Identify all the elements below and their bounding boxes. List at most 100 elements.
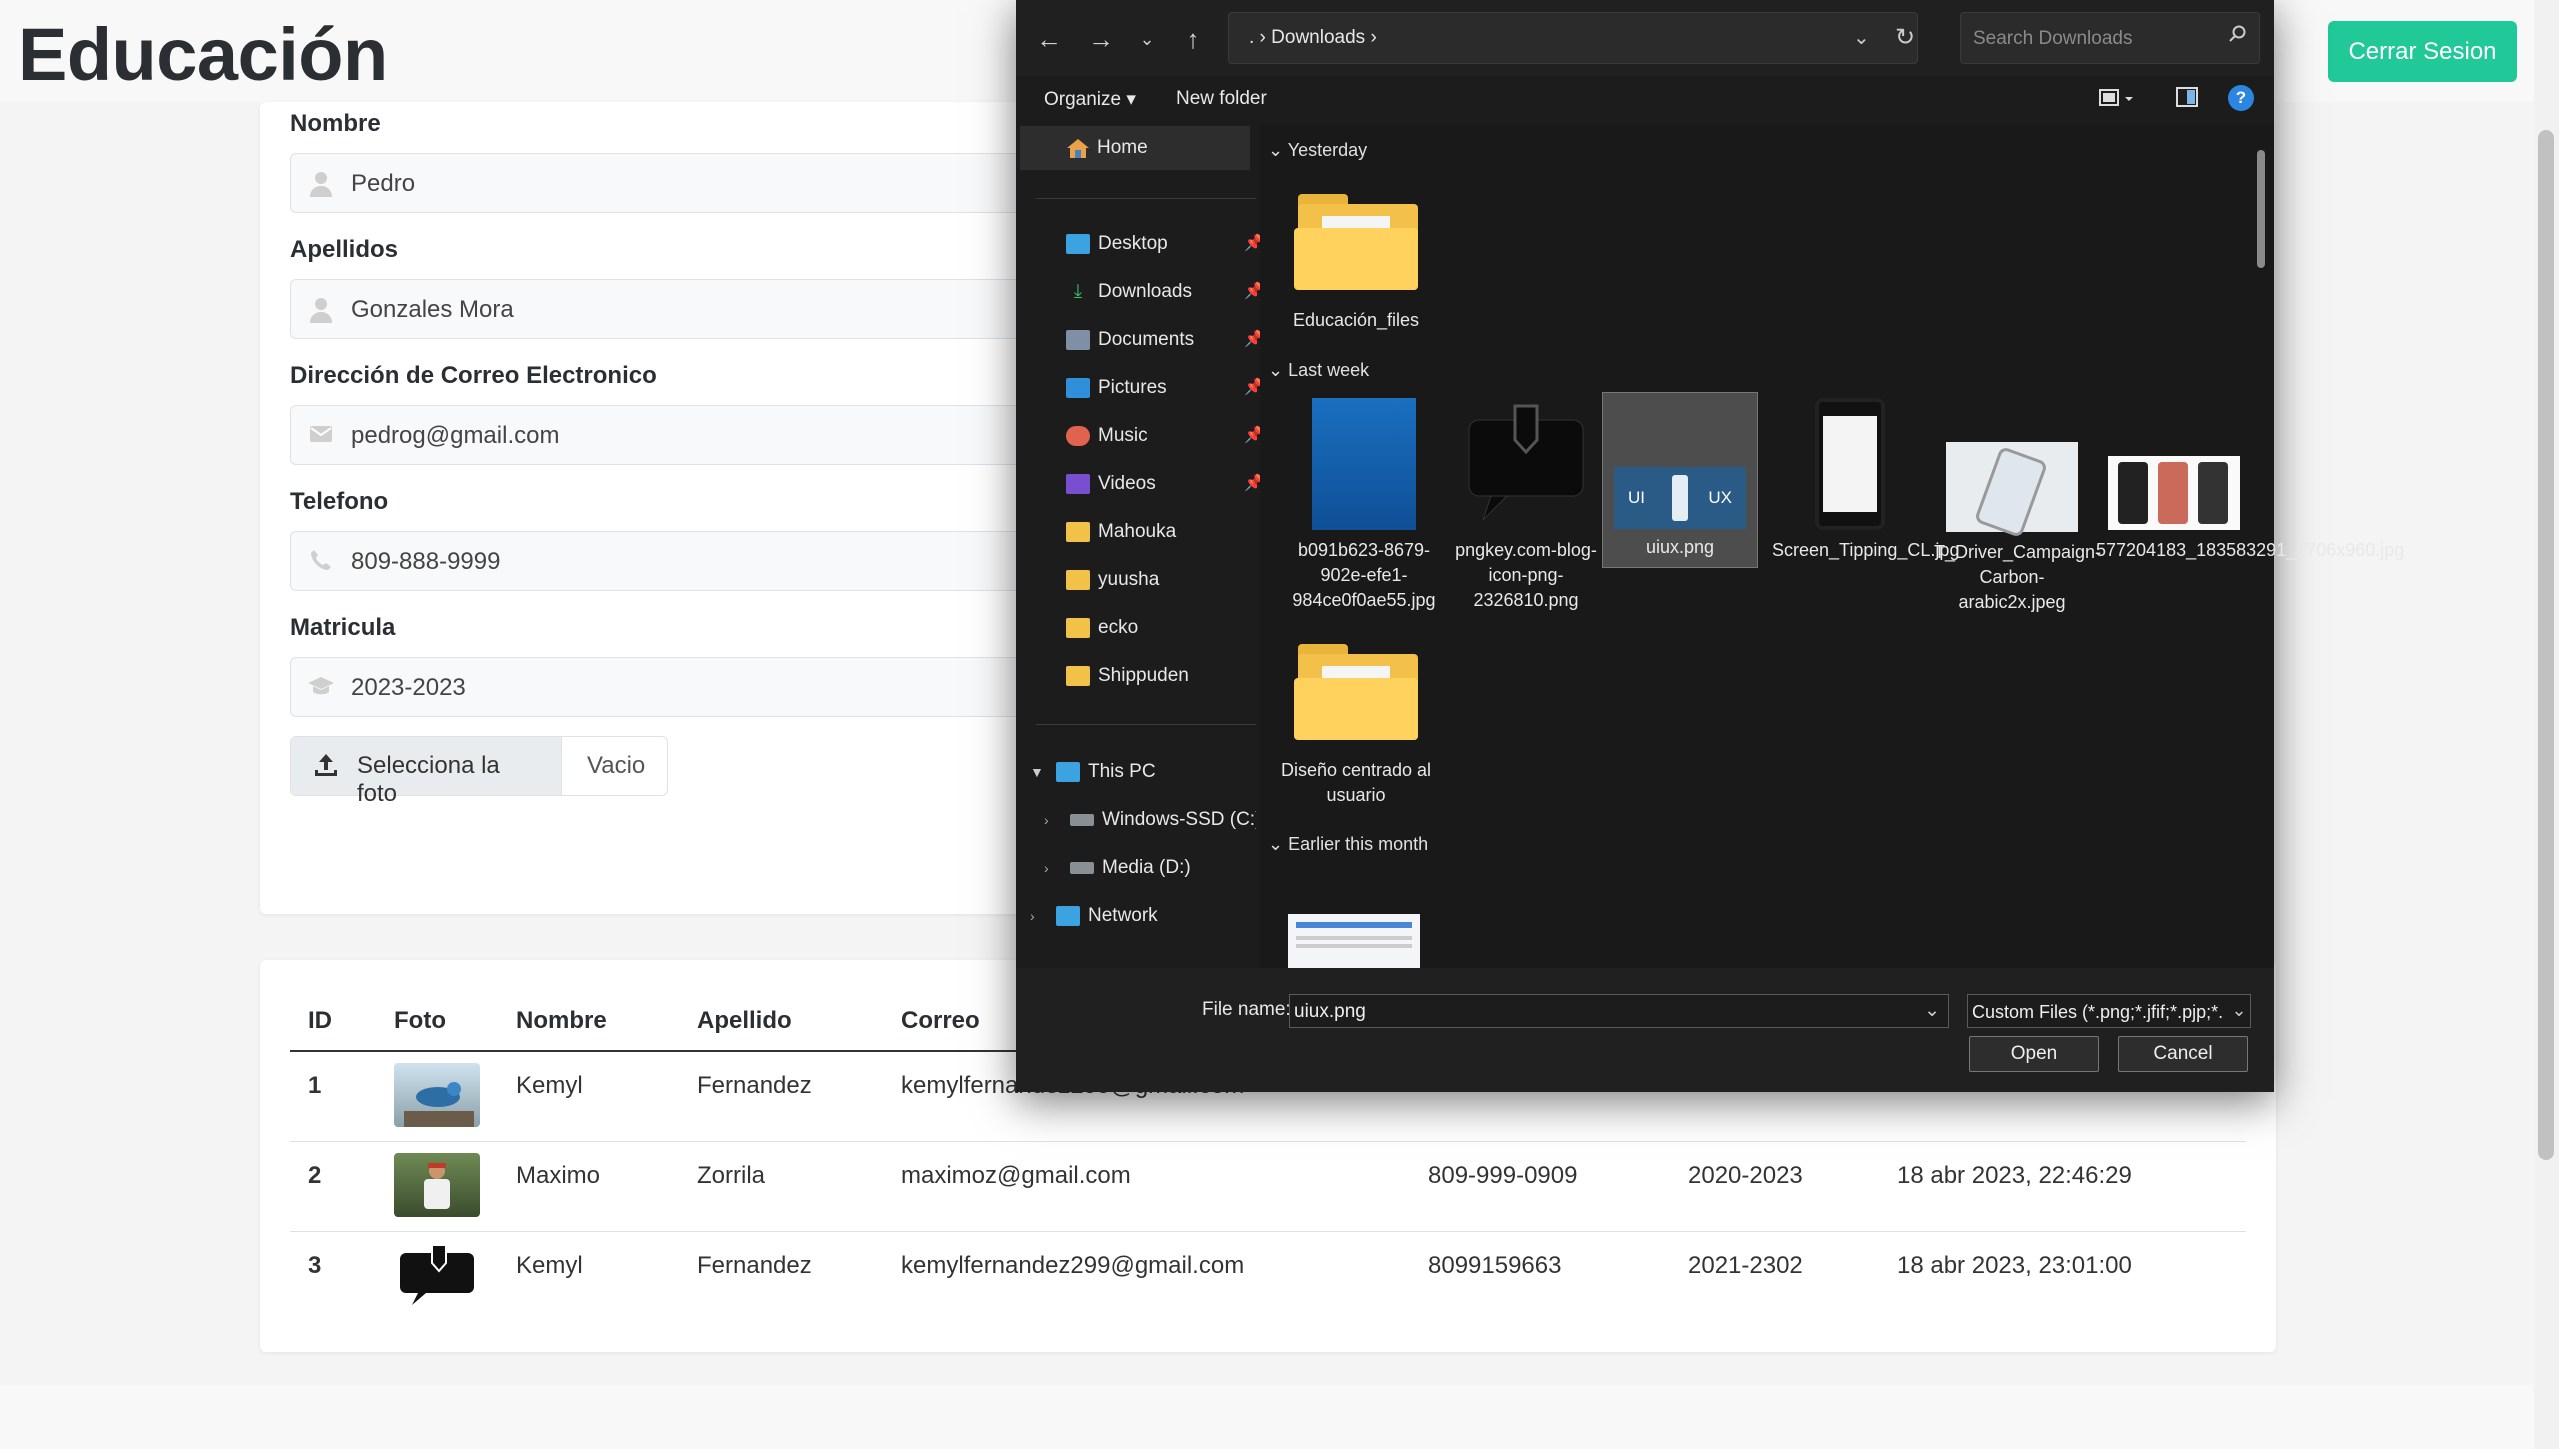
search-downloads-input[interactable]: Search Downloads xyxy=(1960,12,2260,64)
computer-icon xyxy=(1056,761,1080,782)
nav-item-desktop[interactable]: Desktop 📌 xyxy=(1066,222,1264,266)
nav-label: Desktop xyxy=(1098,233,1168,254)
preview-pane-icon[interactable] xyxy=(2174,84,2202,114)
nav-item-ecko[interactable]: ecko xyxy=(1066,606,1256,650)
file-tile-b091[interactable]: b091b623-8679-902e-efe1-984ce0f0ae55.jpg xyxy=(1286,398,1442,613)
nav-item-yuusha[interactable]: yuusha xyxy=(1066,558,1256,602)
row-3-apellido: Fernandez xyxy=(697,1252,812,1279)
address-dropdown-icon[interactable]: ⌄ xyxy=(1853,25,1870,50)
upload-icon xyxy=(313,752,339,785)
desktop-icon xyxy=(1066,233,1090,254)
email-label: Dirección de Correo Electronico xyxy=(290,362,657,389)
telefono-value: 809-888-9999 xyxy=(351,548,501,575)
file-tile-diseno-centrado[interactable]: Diseño centrado al usuario xyxy=(1278,640,1434,808)
chevron-down-icon[interactable]: ⌄ xyxy=(2228,995,2250,1027)
student-photo xyxy=(394,1153,480,1217)
file-tile-577204183[interactable]: 577204183_183583291_1706x960.jpg xyxy=(2096,398,2404,563)
nav-item-windows-ssd[interactable]: › Windows-SSD (C:) xyxy=(1044,798,1256,842)
cancel-button[interactable]: Cancel xyxy=(2118,1036,2248,1072)
nav-item-media-d[interactable]: › Media (D:) xyxy=(1044,846,1256,890)
organize-button[interactable]: Organize ▾ xyxy=(1044,88,1136,111)
file-list-scrollbar-thumb[interactable] xyxy=(2257,150,2265,268)
nav-label: Music xyxy=(1098,425,1148,446)
logout-button[interactable]: Cerrar Sesion xyxy=(2328,21,2517,82)
recent-locations-chevron-icon[interactable]: ⌄ xyxy=(1130,22,1164,56)
chevron-down-icon: ⌄ xyxy=(1268,140,1288,160)
row-3-fecha: 18 abr 2023, 23:01:00 xyxy=(1897,1252,2132,1279)
download-icon: ⤓ xyxy=(1073,280,1083,302)
row-2-nombre: Maximo xyxy=(516,1162,601,1189)
open-button[interactable]: Open xyxy=(1969,1036,2099,1072)
document-image-thumbnail xyxy=(1312,398,1416,530)
nav-item-pictures[interactable]: Pictures 📌 xyxy=(1066,366,1264,410)
nav-item-home[interactable]: Home xyxy=(1020,126,1250,170)
file-name-label: T_Driver_Campaign-Carbon-arabic2x.jpeg xyxy=(1934,542,2102,612)
nav-item-downloads[interactable]: ⤓ Downloads 📌 xyxy=(1066,270,1264,314)
up-arrow-icon[interactable]: ↑ xyxy=(1176,22,1210,56)
photo-status: Vacio xyxy=(587,752,646,779)
file-tile-educacion-files[interactable]: Educación_files xyxy=(1278,190,1434,333)
phone-image-thumbnail xyxy=(1946,442,2078,539)
nav-label: Videos xyxy=(1098,473,1156,494)
address-path: . › Downloads › xyxy=(1249,27,1377,48)
blog-icon-thumbnail xyxy=(1461,398,1591,530)
nav-item-videos[interactable]: Videos 📌 xyxy=(1066,462,1264,506)
file-open-dialog[interactable]: ← → ⌄ ↑ . › Downloads › ⌄ ↻ Search Downl… xyxy=(1016,0,2404,1092)
file-tile-t-driver[interactable]: T_Driver_Campaign-Carbon-arabic2x.jpeg xyxy=(1934,398,2102,615)
file-name-input[interactable]: uiux.png ⌄ xyxy=(1289,994,1949,1028)
column-header-foto: Foto xyxy=(394,1007,446,1034)
file-tile-pngkey[interactable]: pngkey.com-blog-icon-png-2326810.png xyxy=(1448,398,1604,613)
apellidos-value: Gonzales Mora xyxy=(351,296,514,323)
drive-icon xyxy=(1070,813,1094,826)
help-icon[interactable]: ? xyxy=(2228,85,2254,111)
group-label: Yesterday xyxy=(1287,140,1368,160)
nav-item-this-pc[interactable]: ▼ This PC xyxy=(1030,750,1256,794)
chevron-right-icon: › xyxy=(1030,908,1035,924)
file-tile-screen-tipping[interactable]: Screen_Tipping_CL.jpg xyxy=(1772,398,1959,563)
nav-label: yuusha xyxy=(1098,569,1160,590)
select-photo-button[interactable]: Selecciona la foto xyxy=(291,737,562,807)
nav-separator xyxy=(1036,198,1256,199)
nav-item-network[interactable]: › Network xyxy=(1030,894,1256,938)
folder-icon xyxy=(1066,617,1090,638)
file-tile-uiux-selected[interactable]: UI UX uiux.png xyxy=(1602,392,1758,568)
group-header-yesterday[interactable]: ⌄ Yesterday xyxy=(1268,140,1367,161)
group-header-earlier-this-month[interactable]: ⌄ Earlier this month xyxy=(1268,834,1428,855)
page-scrollbar-thumb[interactable] xyxy=(2538,130,2554,1160)
file-type-value: Custom Files (*.png;*.jfif;*.pjp;*. xyxy=(1972,1002,2224,1022)
row-1-nombre: Kemyl xyxy=(516,1072,583,1099)
nav-item-shippuden[interactable]: Shippuden xyxy=(1066,654,1256,698)
column-header-apellido: Apellido xyxy=(697,1007,792,1034)
photo-upload-group[interactable]: Selecciona la foto Vacio xyxy=(290,736,668,807)
apellidos-label: Apellidos xyxy=(290,236,399,263)
address-bar[interactable]: . › Downloads › ⌄ ↻ xyxy=(1228,12,1918,64)
student-photo-blog-icon xyxy=(394,1243,480,1307)
row-2-telefono: 809-999-0909 xyxy=(1428,1162,1578,1189)
partial-file-thumbnail[interactable] xyxy=(1288,914,1420,968)
forward-arrow-icon[interactable]: → xyxy=(1084,22,1118,56)
thumb-ux-text: UX xyxy=(1708,488,1732,507)
nav-item-documents[interactable]: Documents 📌 xyxy=(1066,318,1264,362)
chevron-down-icon[interactable]: ⌄ xyxy=(1924,999,1940,1022)
group-header-last-week[interactable]: ⌄ Last week xyxy=(1268,360,1369,381)
file-name-label: b091b623-8679-902e-efe1-984ce0f0ae55.jpg xyxy=(1292,540,1436,610)
user-icon xyxy=(307,171,335,197)
file-type-select[interactable]: Custom Files (*.png;*.jfif;*.pjp;*. ⌄ xyxy=(1967,994,2251,1028)
search-placeholder: Search Downloads xyxy=(1973,28,2133,49)
nav-item-mahouka[interactable]: Mahouka xyxy=(1066,510,1256,554)
row-2-apellido: Zorrila xyxy=(697,1162,766,1189)
network-icon xyxy=(1056,905,1080,926)
nav-label: Pictures xyxy=(1098,377,1167,398)
nav-label: Media (D:) xyxy=(1102,857,1191,878)
back-arrow-icon[interactable]: ← xyxy=(1032,22,1066,56)
nav-label: Downloads xyxy=(1098,281,1192,302)
matricula-value: 2023-2023 xyxy=(351,674,466,701)
nav-item-music[interactable]: Music 📌 xyxy=(1066,414,1264,458)
folder-icon xyxy=(1292,190,1420,290)
envelope-icon xyxy=(307,423,335,449)
refresh-icon[interactable]: ↻ xyxy=(1895,23,1915,52)
file-name-label: Educación_files xyxy=(1292,310,1420,330)
new-folder-button[interactable]: New folder xyxy=(1176,88,1267,110)
view-options-icon[interactable] xyxy=(2098,84,2138,114)
dialog-command-bar: Organize ▾ New folder ? xyxy=(1016,76,2274,124)
